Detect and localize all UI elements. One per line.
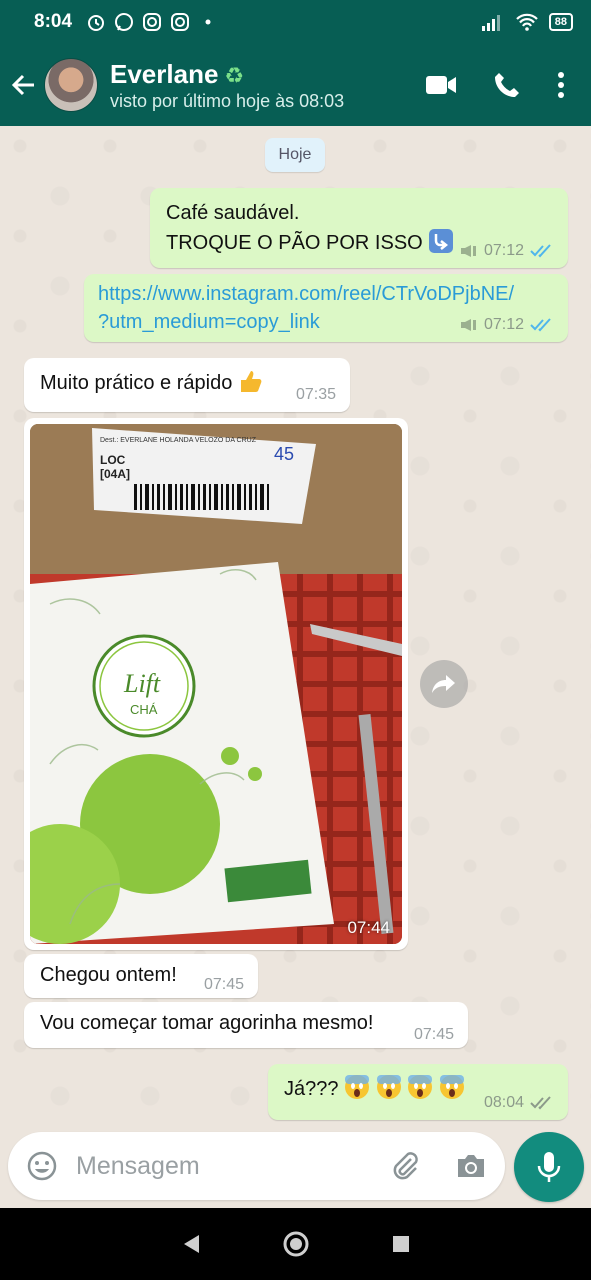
alarm-icon <box>88 15 105 31</box>
read-receipt-icon <box>530 318 551 332</box>
back-arrow-icon <box>11 74 34 96</box>
instagram-icon <box>171 13 190 31</box>
down-right-arrow-emoji-icon <box>429 229 454 253</box>
instagram-icon <box>143 13 162 31</box>
message-time: 07:12 <box>483 242 524 259</box>
nav-recents-icon[interactable] <box>391 1234 411 1254</box>
avatar[interactable] <box>44 58 98 112</box>
message-bubble-incoming[interactable]: Chegou ontem! 07:45 <box>24 954 258 998</box>
message-text: Já??? <box>284 1078 339 1100</box>
status-bar: 8:04 88 <box>0 0 591 44</box>
message-time: 07:12 <box>483 316 524 333</box>
message-text: Muito prático e rápido <box>40 372 233 394</box>
message-bubble-incoming[interactable]: Muito prático e rápido 07:35 <box>24 358 350 412</box>
screaming-face-emoji-icon <box>376 1075 401 1099</box>
screaming-face-emoji-icon <box>345 1075 370 1099</box>
message-time: 07:44 <box>347 918 390 937</box>
message-bubble-outgoing[interactable]: Café saudável. TROQUE O PÃO POR ISSO 07:… <box>150 188 568 268</box>
photo-content: Dest.: EVERLANE HOLANDA VELOZO DA CRUZ L… <box>30 424 402 944</box>
box-logo-text: Lift <box>123 669 161 698</box>
notification-dot-icon <box>205 19 211 25</box>
video-call-icon[interactable] <box>425 74 457 96</box>
message-time: 08:04 <box>483 1094 524 1111</box>
message-text: Vou começar tomar agorinha mesmo! <box>40 1012 374 1034</box>
message-bubble-outgoing[interactable]: https://www.instagram.com/reel/CTrVoDPjb… <box>84 274 568 342</box>
message-bubble-incoming[interactable]: Vou começar tomar agorinha mesmo! 07:45 <box>24 1002 468 1048</box>
label-handwritten: 45 <box>274 444 294 464</box>
screaming-face-emoji-icon <box>408 1075 433 1099</box>
svg-text:Dest.: EVERLANE HOLANDA VELOZO: Dest.: EVERLANE HOLANDA VELOZO DA CRUZ <box>100 437 257 444</box>
system-navigation-bar <box>0 1208 591 1280</box>
mic-button[interactable] <box>514 1132 584 1202</box>
recycle-icon: ♻ <box>224 62 245 88</box>
back-button[interactable] <box>0 71 44 99</box>
chat-area[interactable]: Hoje Café saudável. TROQUE O PÃO POR ISS… <box>0 126 591 1126</box>
photo-message-bubble[interactable]: Dest.: EVERLANE HOLANDA VELOZO DA CRUZ L… <box>24 418 408 950</box>
message-text: TROQUE O PÃO POR ISSO <box>166 232 423 254</box>
nav-back-icon[interactable] <box>181 1233 201 1255</box>
delivered-receipt-icon <box>530 1096 551 1110</box>
forwarded-speaker-icon <box>460 245 476 257</box>
emoji-icon[interactable] <box>26 1150 58 1182</box>
signal-icon <box>481 15 500 31</box>
wifi-icon <box>515 13 538 31</box>
label-loc: LOC <box>100 453 126 467</box>
photo-image[interactable]: Dest.: EVERLANE HOLANDA VELOZO DA CRUZ L… <box>30 424 402 944</box>
forward-icon <box>432 675 455 693</box>
nav-home-icon[interactable] <box>282 1230 310 1258</box>
message-input-bar[interactable]: Mensagem <box>8 1132 505 1200</box>
label-code: [04A] <box>100 467 130 481</box>
forward-button[interactable] <box>420 660 468 708</box>
message-text: Chegou ontem! <box>40 964 177 986</box>
last-seen-status: visto por último hoje às 08:03 <box>110 90 345 111</box>
battery-indicator: 88 <box>548 13 573 31</box>
whatsapp-icon <box>115 13 134 31</box>
date-chip: Hoje <box>265 138 325 172</box>
message-bubble-outgoing[interactable]: Já??? 08:04 <box>268 1064 568 1120</box>
screaming-face-emoji-icon <box>439 1075 464 1099</box>
read-receipt-icon <box>530 244 551 258</box>
forwarded-speaker-icon <box>460 319 476 331</box>
voice-call-icon[interactable] <box>493 71 521 99</box>
message-time: 07:45 <box>203 976 244 993</box>
message-time: 07:45 <box>413 1026 454 1043</box>
camera-icon[interactable] <box>455 1152 487 1180</box>
thumbs-up-emoji-icon <box>240 371 262 392</box>
status-time: 8:04 <box>34 11 73 32</box>
mic-icon <box>537 1152 561 1182</box>
message-time: 07:35 <box>295 386 336 403</box>
message-input[interactable]: Mensagem <box>76 1152 389 1181</box>
contact-info[interactable]: Everlane ♻ visto por último hoje às 08:03 <box>110 59 425 112</box>
message-text: Café saudável. <box>166 202 300 224</box>
link-text[interactable]: https://www.instagram.com/reel/CTrVoDPjb… <box>98 280 554 308</box>
contact-name: Everlane <box>110 58 219 89</box>
box-logo-subtext: CHÁ <box>130 702 158 717</box>
more-options-icon[interactable] <box>557 71 565 99</box>
chat-header: Everlane ♻ visto por último hoje às 08:03 <box>0 44 591 126</box>
attach-icon[interactable] <box>389 1150 421 1182</box>
